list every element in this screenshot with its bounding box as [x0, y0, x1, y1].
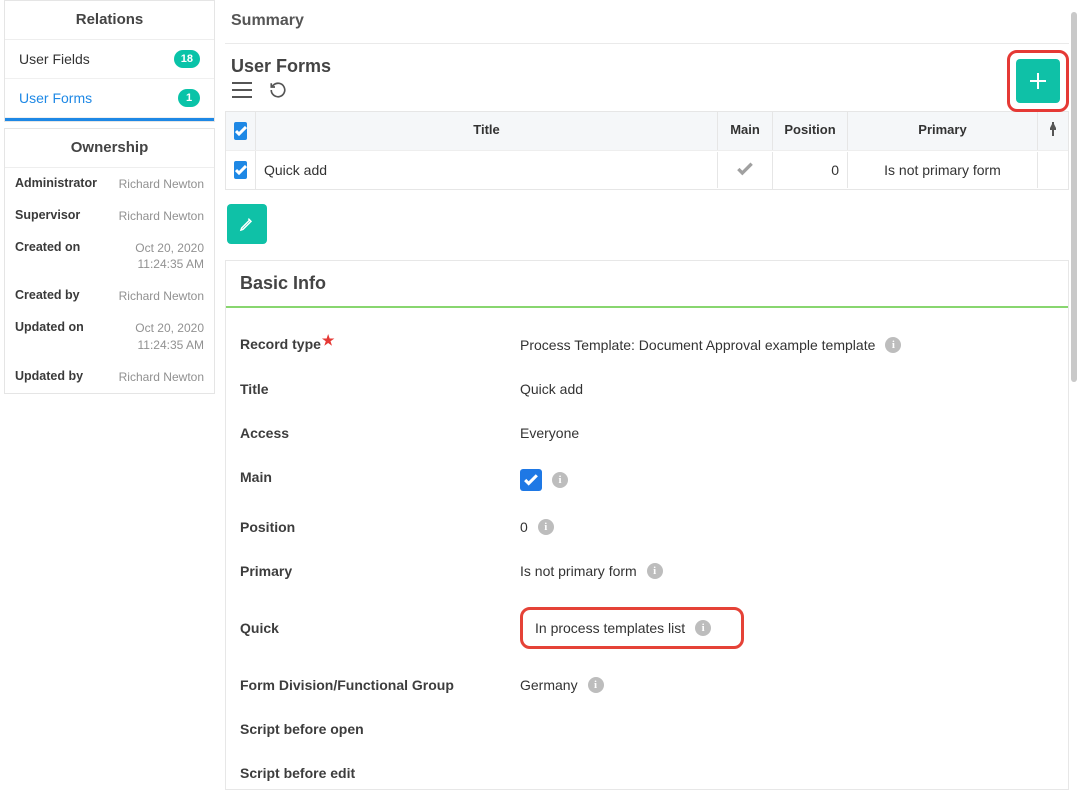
edit-button[interactable]: [227, 204, 267, 244]
field-title: Title Quick add: [226, 381, 1068, 397]
field-value-text: In process templates list: [535, 620, 685, 636]
info-icon[interactable]: i: [695, 620, 711, 636]
cell-title: Quick add: [256, 152, 718, 188]
refresh-icon[interactable]: [267, 79, 289, 101]
field-value-text: Process Template: Document Approval exam…: [520, 337, 875, 353]
field-label-text: Primary: [240, 563, 520, 579]
field-label-text: Main: [240, 469, 520, 491]
ownership-value: Oct 20, 2020 11:24:35 AM: [135, 240, 204, 272]
add-button-highlight: [1007, 50, 1069, 112]
ownership-label: Created by: [15, 288, 80, 304]
field-record-type: Record type★ Process Template: Document …: [226, 336, 1068, 353]
ownership-row: Supervisor Richard Newton: [5, 200, 214, 232]
column-title[interactable]: Title: [256, 112, 718, 150]
field-label-text: Access: [240, 425, 520, 441]
forms-toolbar: [225, 79, 1069, 111]
basic-info-panel: Basic Info Record type★ Process Template…: [225, 260, 1069, 790]
field-position: Position 0 i: [226, 519, 1068, 535]
column-primary[interactable]: Primary: [848, 112, 1038, 150]
sidebar-item-user-forms[interactable]: User Forms 1: [5, 79, 214, 118]
field-label-text: Form Division/Functional Group: [240, 677, 520, 693]
add-button[interactable]: [1016, 59, 1060, 103]
cell-position: 0: [773, 152, 848, 188]
field-script-open: Script before open: [226, 721, 1068, 737]
table-header: Title Main Position Primary: [226, 112, 1068, 150]
cell-pin: [1038, 160, 1068, 180]
checkbox-icon: [234, 122, 247, 140]
page-title: Summary: [225, 0, 1069, 44]
relations-card: Relations User Fields 18 User Forms 1: [4, 0, 215, 122]
ownership-value: Richard Newton: [119, 176, 204, 192]
info-icon[interactable]: i: [538, 519, 554, 535]
info-icon[interactable]: i: [885, 337, 901, 353]
info-icon[interactable]: i: [552, 472, 568, 488]
active-tab-indicator: [5, 118, 214, 121]
relations-header: Relations: [5, 1, 214, 40]
ownership-value: Richard Newton: [119, 369, 204, 385]
header-checkbox-cell[interactable]: [226, 112, 256, 150]
main-content: Summary User Forms Title Main Position P…: [225, 0, 1069, 790]
required-star-icon: ★: [322, 332, 335, 348]
row-checkbox[interactable]: [234, 161, 247, 179]
ownership-row: Updated on Oct 20, 2020 11:24:35 AM: [5, 312, 214, 360]
sidebar-item-user-fields[interactable]: User Fields 18: [5, 40, 214, 79]
info-icon[interactable]: i: [588, 677, 604, 693]
field-division: Form Division/Functional Group Germany i: [226, 677, 1068, 693]
ownership-label: Updated by: [15, 369, 83, 385]
pin-icon[interactable]: [1038, 112, 1068, 150]
info-icon[interactable]: i: [647, 563, 663, 579]
field-label-text: Record type: [240, 336, 321, 352]
field-label-text: Quick: [240, 620, 520, 636]
ownership-row: Updated by Richard Newton: [5, 361, 214, 393]
ownership-row: Created by Richard Newton: [5, 280, 214, 312]
ownership-value: Richard Newton: [119, 288, 204, 304]
field-label-text: Script before open: [240, 721, 520, 737]
sidebar-item-label: User Fields: [19, 51, 90, 67]
checked-icon: [520, 469, 542, 491]
field-quick: Quick In process templates list i: [226, 607, 1068, 649]
ownership-card: Ownership Administrator Richard Newton S…: [4, 128, 215, 395]
column-position[interactable]: Position: [773, 112, 848, 150]
column-main[interactable]: Main: [718, 112, 773, 150]
section-title: User Forms: [225, 44, 1069, 79]
field-value-text: Everyone: [520, 425, 579, 441]
field-label-text: Position: [240, 519, 520, 535]
cell-main: [718, 152, 773, 189]
field-value-text: 0: [520, 519, 528, 535]
ownership-label: Created on: [15, 240, 80, 272]
field-script-edit: Script before edit: [226, 765, 1068, 781]
field-main: Main i: [226, 469, 1068, 491]
cell-primary: Is not primary form: [848, 152, 1038, 188]
field-access: Access Everyone: [226, 425, 1068, 441]
ownership-value: Richard Newton: [119, 208, 204, 224]
field-label-text: Title: [240, 381, 520, 397]
ownership-label: Updated on: [15, 320, 84, 352]
field-value-text: Is not primary form: [520, 563, 637, 579]
ownership-value: Oct 20, 2020 11:24:35 AM: [135, 320, 204, 352]
field-value-text: Germany: [520, 677, 578, 693]
badge-count: 18: [174, 50, 200, 68]
vertical-scrollbar[interactable]: [1071, 4, 1077, 734]
ownership-header: Ownership: [5, 129, 214, 168]
ownership-label: Supervisor: [15, 208, 80, 224]
badge-count: 1: [178, 89, 200, 107]
field-value-text: Quick add: [520, 381, 583, 397]
ownership-label: Administrator: [15, 176, 97, 192]
ownership-row: Created on Oct 20, 2020 11:24:35 AM: [5, 232, 214, 280]
table-row[interactable]: Quick add 0 Is not primary form: [226, 150, 1068, 189]
sidebar-item-label: User Forms: [19, 90, 92, 106]
hamburger-icon[interactable]: [231, 79, 253, 101]
basic-info-header: Basic Info: [226, 261, 1068, 308]
quick-value-highlight: In process templates list i: [520, 607, 744, 649]
user-forms-table: Title Main Position Primary Quick add 0 …: [225, 111, 1069, 190]
field-primary: Primary Is not primary form i: [226, 563, 1068, 579]
sidebar: Relations User Fields 18 User Forms 1 Ow…: [4, 0, 215, 394]
scroll-thumb[interactable]: [1071, 12, 1077, 382]
ownership-row: Administrator Richard Newton: [5, 168, 214, 200]
field-label-text: Script before edit: [240, 765, 520, 781]
